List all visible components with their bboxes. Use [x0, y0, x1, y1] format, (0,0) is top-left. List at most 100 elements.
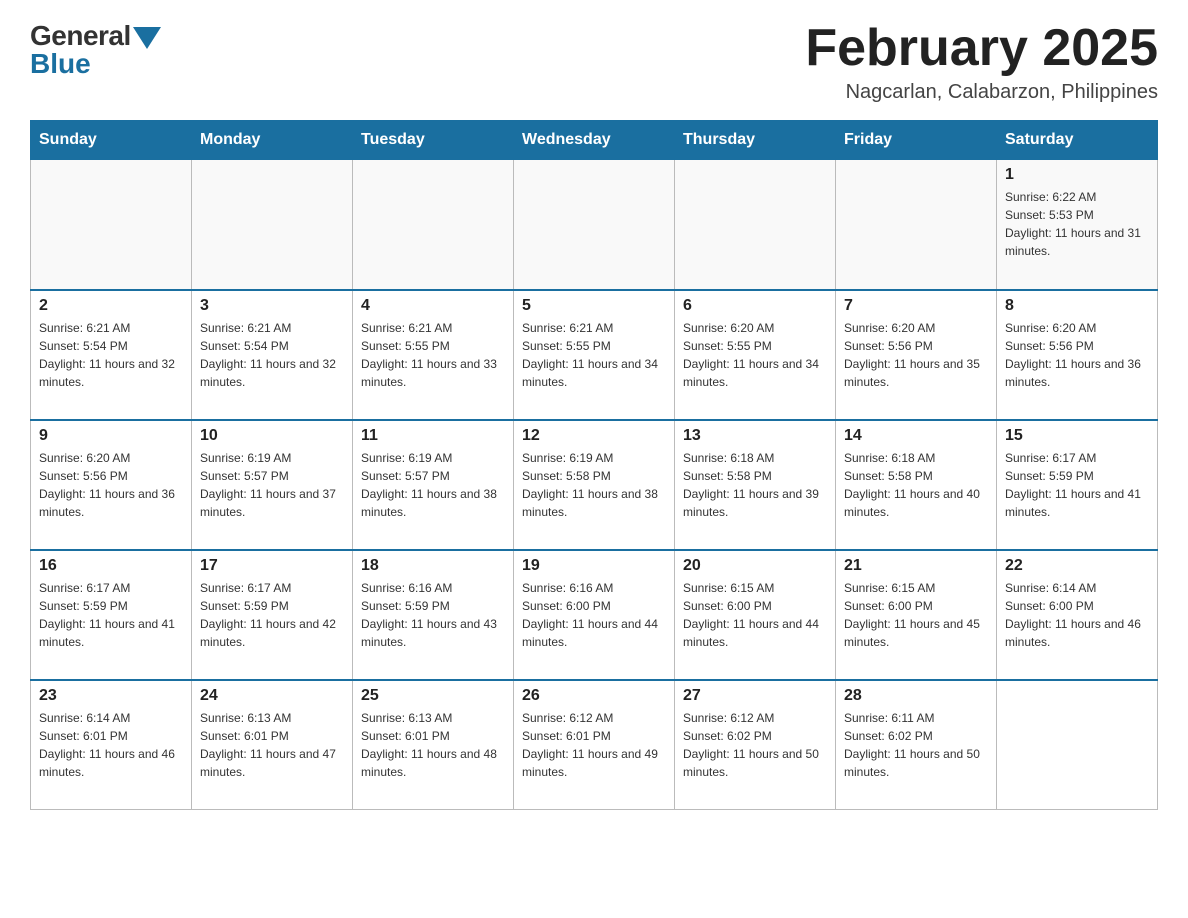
day-info: Sunrise: 6:20 AMSunset: 5:56 PMDaylight:… [39, 449, 183, 521]
day-number: 7 [844, 297, 988, 315]
calendar-cell: 23Sunrise: 6:14 AMSunset: 6:01 PMDayligh… [31, 680, 192, 810]
day-info: Sunrise: 6:18 AMSunset: 5:58 PMDaylight:… [683, 449, 827, 521]
day-info: Sunrise: 6:21 AMSunset: 5:54 PMDaylight:… [200, 319, 344, 391]
day-number: 20 [683, 557, 827, 575]
day-number: 8 [1005, 297, 1149, 315]
day-number: 9 [39, 427, 183, 445]
month-title: February 2025 [805, 20, 1158, 77]
calendar-cell: 1 Sunrise: 6:22 AMSunset: 5:53 PMDaylight… [997, 160, 1158, 290]
day-info: Sunrise: 6:13 AMSunset: 6:01 PMDaylight:… [361, 709, 505, 781]
calendar-week-row: 23Sunrise: 6:14 AMSunset: 6:01 PMDayligh… [31, 680, 1158, 810]
day-info: Sunrise: 6:19 AMSunset: 5:57 PMDaylight:… [200, 449, 344, 521]
day-number: 18 [361, 557, 505, 575]
day-info: Sunrise: 6:22 AMSunset: 5:53 PMDaylight:… [1005, 188, 1149, 260]
calendar-cell: 10 Sunrise: 6:19 AMSunset: 5:57 PMDayligh… [192, 420, 353, 550]
weekday-header-friday: Friday [836, 121, 997, 160]
calendar-cell: 8 Sunrise: 6:20 AMSunset: 5:56 PMDaylight… [997, 290, 1158, 420]
calendar-cell [192, 160, 353, 290]
day-number: 10 [200, 427, 344, 445]
calendar-cell: 26 Sunrise: 6:12 AMSunset: 6:01 PMDayligh… [514, 680, 675, 810]
day-number: 24 [200, 687, 344, 705]
calendar-cell: 4Sunrise: 6:21 AMSunset: 5:55 PMDaylight… [353, 290, 514, 420]
day-number: 5 [522, 297, 666, 315]
weekday-header-saturday: Saturday [997, 121, 1158, 160]
weekday-header-thursday: Thursday [675, 121, 836, 160]
day-info: Sunrise: 6:19 AMSunset: 5:57 PMDaylight:… [361, 449, 505, 521]
day-number: 1 [1005, 166, 1149, 184]
day-number: 22 [1005, 557, 1149, 575]
calendar-week-row: 1 Sunrise: 6:22 AMSunset: 5:53 PMDaylight… [31, 160, 1158, 290]
calendar-table: SundayMondayTuesdayWednesdayThursdayFrid… [30, 120, 1158, 810]
day-info: Sunrise: 6:11 AMSunset: 6:02 PMDaylight:… [844, 709, 988, 781]
location-title: Nagcarlan, Calabarzon, Philippines [805, 81, 1158, 104]
calendar-cell: 13 Sunrise: 6:18 AMSunset: 5:58 PMDayligh… [675, 420, 836, 550]
day-info: Sunrise: 6:16 AMSunset: 6:00 PMDaylight:… [522, 579, 666, 651]
calendar-week-row: 16Sunrise: 6:17 AMSunset: 5:59 PMDayligh… [31, 550, 1158, 680]
calendar-cell: 28 Sunrise: 6:11 AMSunset: 6:02 PMDayligh… [836, 680, 997, 810]
day-number: 12 [522, 427, 666, 445]
day-number: 13 [683, 427, 827, 445]
weekday-header-sunday: Sunday [31, 121, 192, 160]
calendar-cell [675, 160, 836, 290]
calendar-cell: 18 Sunrise: 6:16 AMSunset: 5:59 PMDayligh… [353, 550, 514, 680]
day-info: Sunrise: 6:19 AMSunset: 5:58 PMDaylight:… [522, 449, 666, 521]
calendar-cell: 12 Sunrise: 6:19 AMSunset: 5:58 PMDayligh… [514, 420, 675, 550]
calendar-cell: 11 Sunrise: 6:19 AMSunset: 5:57 PMDayligh… [353, 420, 514, 550]
calendar-cell: 27Sunrise: 6:12 AMSunset: 6:02 PMDayligh… [675, 680, 836, 810]
day-info: Sunrise: 6:14 AMSunset: 6:01 PMDaylight:… [39, 709, 183, 781]
logo: General Blue [30, 20, 161, 80]
day-number: 28 [844, 687, 988, 705]
day-info: Sunrise: 6:21 AMSunset: 5:55 PMDaylight:… [522, 319, 666, 391]
calendar-cell: 16Sunrise: 6:17 AMSunset: 5:59 PMDayligh… [31, 550, 192, 680]
calendar-cell: 9 Sunrise: 6:20 AMSunset: 5:56 PMDaylight… [31, 420, 192, 550]
page-header: General Blue February 2025 Nagcarlan, Ca… [30, 20, 1158, 104]
calendar-cell: 7 Sunrise: 6:20 AMSunset: 5:56 PMDaylight… [836, 290, 997, 420]
calendar-cell: 6 Sunrise: 6:20 AMSunset: 5:55 PMDaylight… [675, 290, 836, 420]
day-info: Sunrise: 6:15 AMSunset: 6:00 PMDaylight:… [844, 579, 988, 651]
day-info: Sunrise: 6:17 AMSunset: 5:59 PMDaylight:… [39, 579, 183, 651]
day-number: 2 [39, 297, 183, 315]
day-info: Sunrise: 6:17 AMSunset: 5:59 PMDaylight:… [1005, 449, 1149, 521]
day-number: 19 [522, 557, 666, 575]
calendar-week-row: 2 Sunrise: 6:21 AMSunset: 5:54 PMDaylight… [31, 290, 1158, 420]
title-section: February 2025 Nagcarlan, Calabarzon, Phi… [805, 20, 1158, 104]
day-info: Sunrise: 6:16 AMSunset: 5:59 PMDaylight:… [361, 579, 505, 651]
day-info: Sunrise: 6:21 AMSunset: 5:54 PMDaylight:… [39, 319, 183, 391]
calendar-cell: 20 Sunrise: 6:15 AMSunset: 6:00 PMDayligh… [675, 550, 836, 680]
day-info: Sunrise: 6:18 AMSunset: 5:58 PMDaylight:… [844, 449, 988, 521]
calendar-cell: 25 Sunrise: 6:13 AMSunset: 6:01 PMDayligh… [353, 680, 514, 810]
weekday-header-tuesday: Tuesday [353, 121, 514, 160]
day-number: 14 [844, 427, 988, 445]
calendar-cell: 2 Sunrise: 6:21 AMSunset: 5:54 PMDaylight… [31, 290, 192, 420]
day-info: Sunrise: 6:17 AMSunset: 5:59 PMDaylight:… [200, 579, 344, 651]
day-number: 25 [361, 687, 505, 705]
logo-triangle-icon [133, 27, 161, 49]
weekday-header-monday: Monday [192, 121, 353, 160]
calendar-cell: 19 Sunrise: 6:16 AMSunset: 6:00 PMDayligh… [514, 550, 675, 680]
calendar-cell [514, 160, 675, 290]
calendar-week-row: 9 Sunrise: 6:20 AMSunset: 5:56 PMDaylight… [31, 420, 1158, 550]
calendar-cell: 21Sunrise: 6:15 AMSunset: 6:00 PMDayligh… [836, 550, 997, 680]
calendar-cell: 14 Sunrise: 6:18 AMSunset: 5:58 PMDayligh… [836, 420, 997, 550]
calendar-header-row: SundayMondayTuesdayWednesdayThursdayFrid… [31, 121, 1158, 160]
calendar-cell: 15 Sunrise: 6:17 AMSunset: 5:59 PMDayligh… [997, 420, 1158, 550]
calendar-cell [353, 160, 514, 290]
calendar-cell [836, 160, 997, 290]
day-number: 11 [361, 427, 505, 445]
day-number: 17 [200, 557, 344, 575]
calendar-cell: 24 Sunrise: 6:13 AMSunset: 6:01 PMDayligh… [192, 680, 353, 810]
day-info: Sunrise: 6:20 AMSunset: 5:56 PMDaylight:… [844, 319, 988, 391]
day-info: Sunrise: 6:13 AMSunset: 6:01 PMDaylight:… [200, 709, 344, 781]
day-number: 6 [683, 297, 827, 315]
day-number: 15 [1005, 427, 1149, 445]
day-info: Sunrise: 6:12 AMSunset: 6:01 PMDaylight:… [522, 709, 666, 781]
day-number: 3 [200, 297, 344, 315]
day-number: 26 [522, 687, 666, 705]
calendar-cell [31, 160, 192, 290]
calendar-cell: 5 Sunrise: 6:21 AMSunset: 5:55 PMDaylight… [514, 290, 675, 420]
calendar-cell [997, 680, 1158, 810]
day-info: Sunrise: 6:15 AMSunset: 6:00 PMDaylight:… [683, 579, 827, 651]
calendar-cell: 3 Sunrise: 6:21 AMSunset: 5:54 PMDaylight… [192, 290, 353, 420]
day-info: Sunrise: 6:20 AMSunset: 5:55 PMDaylight:… [683, 319, 827, 391]
day-info: Sunrise: 6:20 AMSunset: 5:56 PMDaylight:… [1005, 319, 1149, 391]
